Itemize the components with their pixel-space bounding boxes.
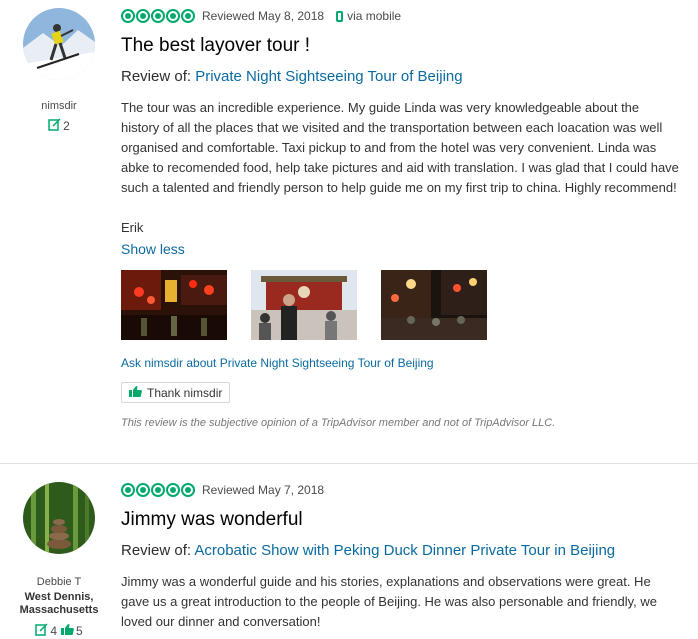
review-card: nimsdir 2 Reviewed May 8, 2018 via mobil… [0,0,698,463]
rating-row: Reviewed May 8, 2018 via mobile [121,7,681,25]
contribution-count: 2 [0,118,118,134]
review-body: Jimmy was a wonderful guide and his stor… [121,574,657,629]
contribution-count: 4 5 [0,623,118,639]
thumbs-up-icon [129,385,142,400]
review-content: Reviewed May 8, 2018 via mobile The best… [121,7,681,430]
review-content: Reviewed May 7, 2018 Jimmy was wonderful… [121,481,681,632]
contribution-count-value: 2 [63,119,70,133]
review-of: Review of: Private Night Sightseeing Tou… [121,67,681,87]
avatar[interactable] [23,8,95,80]
bubble-icon [166,9,180,23]
reviewer-username[interactable]: nimsdir [0,100,118,112]
bubble-icon [181,9,195,23]
review-signature: Erik [121,220,144,235]
ask-reviewer-link[interactable]: Ask nimsdir about Private Night Sightsee… [121,355,681,371]
review-photos [121,270,681,340]
reviewer-location: West Dennis, Massachusetts [19,591,99,616]
avatar[interactable] [23,482,95,554]
review-photo[interactable] [251,270,357,340]
bubble-icon [151,9,165,23]
review-of: Review of: Acrobatic Show with Peking Du… [121,541,681,561]
review-of-label: Review of: [121,542,195,559]
review-title[interactable]: Jimmy was wonderful [121,508,681,532]
review-of-label: Review of: [121,68,196,85]
thank-reviewer-label: Thank nimsdir [147,385,223,400]
reviewer-info: Debbie T West Dennis, Massachusetts 4 5 [0,482,118,639]
via-mobile: via mobile [336,9,401,23]
review-date: Reviewed May 8, 2018 [202,9,325,23]
rating-row: Reviewed May 7, 2018 [121,481,681,499]
product-link[interactable]: Acrobatic Show with Peking Duck Dinner P… [194,542,615,559]
review-photo[interactable] [381,270,487,340]
phone-icon [336,10,344,22]
bubble-icon [166,483,180,497]
review-date: Reviewed May 7, 2018 [202,483,325,497]
review-title[interactable]: The best layover tour ! [121,34,681,58]
via-mobile-label: via mobile [347,9,402,23]
thank-reviewer-button[interactable]: Thank nimsdir [121,382,231,403]
bubble-icon [136,483,150,497]
bubble-rating [121,9,195,23]
review-photo[interactable] [121,270,227,340]
review-count-icon [48,118,61,134]
reviewer-info: nimsdir 2 [0,8,118,134]
bubble-icon [181,483,195,497]
review-card: Debbie T West Dennis, Massachusetts 4 5 … [0,463,698,639]
reviewer-username[interactable]: Debbie T [0,576,118,588]
bubble-icon [121,483,135,497]
review-count-icon [35,623,48,639]
bubble-icon [151,483,165,497]
product-link[interactable]: Private Night Sightseeing Tour of Beijin… [195,68,462,85]
bubble-icon [121,9,135,23]
show-less-link[interactable]: Show less [121,239,681,259]
bubble-rating [121,483,195,497]
review-body: The tour was an incredible experience. M… [121,100,679,195]
review-disclaimer: This review is the subjective opinion of… [121,417,556,429]
bubble-icon [136,9,150,23]
